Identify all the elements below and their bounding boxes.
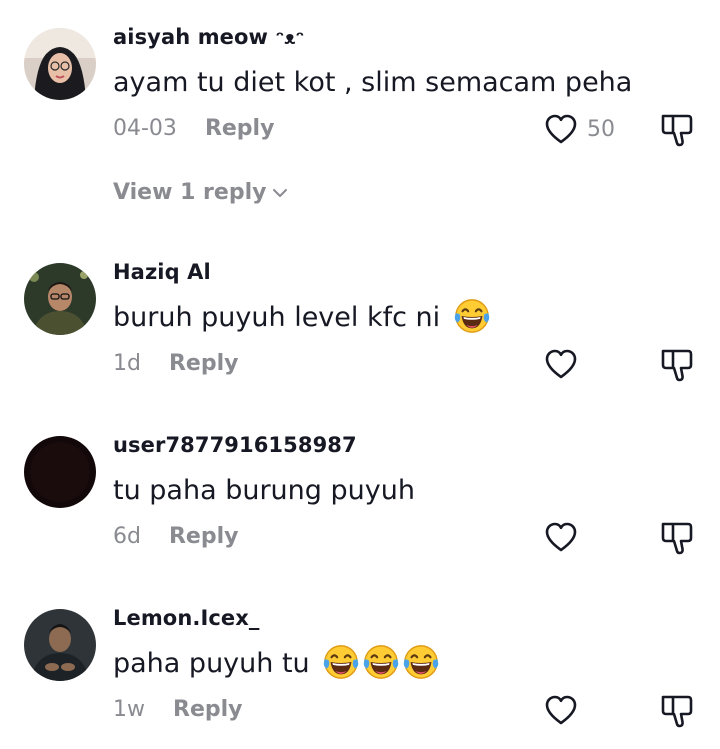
- heart-outline-icon: [543, 519, 579, 555]
- like-button[interactable]: 50: [543, 111, 615, 147]
- username-text: aisyah meow: [113, 25, 269, 49]
- heart-outline-icon: [543, 692, 579, 728]
- reply-button[interactable]: Reply: [173, 697, 243, 722]
- like-button[interactable]: [543, 692, 579, 728]
- tears-of-joy-emoji: [453, 297, 491, 335]
- comment-text-body: buruh puyuh level kfc ni: [113, 302, 441, 333]
- view-replies-label: View 1 reply: [113, 180, 267, 205]
- comment-time: 1d: [113, 351, 141, 376]
- tears-of-joy-emoji: [402, 643, 440, 681]
- commenter-avatar[interactable]: [24, 28, 96, 100]
- tears-of-joy-emoji: [362, 643, 400, 681]
- comment-text: buruh puyuh level kfc ni: [113, 302, 491, 335]
- comment-username[interactable]: aisyah meow ᵔᴥᵔ: [113, 25, 304, 49]
- comment-username[interactable]: Lemon.Icex_: [113, 606, 260, 630]
- commenter-avatar[interactable]: [24, 263, 96, 335]
- reply-button[interactable]: Reply: [205, 116, 275, 141]
- view-replies-button[interactable]: View 1 reply: [113, 180, 289, 205]
- comment-meta: 04-03 Reply: [113, 116, 274, 141]
- thumb-down-outline-icon[interactable]: [657, 691, 697, 731]
- comment-time: 1w: [113, 697, 145, 722]
- comment-meta: 1w Reply: [113, 697, 243, 722]
- comment-text: paha puyuh tu: [113, 648, 440, 681]
- comment-time: 04-03: [113, 116, 177, 141]
- comment-meta: 6d Reply: [113, 524, 238, 549]
- heart-outline-icon: [543, 111, 579, 147]
- comment-meta: 1d Reply: [113, 351, 238, 376]
- commenter-avatar[interactable]: [24, 609, 96, 681]
- comment-text-body: paha puyuh tu: [113, 648, 310, 679]
- username-suffix: ᵔᴥᵔ: [275, 28, 305, 49]
- tears-of-joy-emoji: [322, 643, 360, 681]
- like-button[interactable]: [543, 346, 579, 382]
- comment-text: tu paha burung puyuh: [113, 475, 415, 506]
- chevron-down-icon: [273, 188, 288, 197]
- comment-username[interactable]: Haziq Al: [113, 260, 211, 284]
- thumb-down-outline-icon[interactable]: [657, 518, 697, 558]
- reply-button[interactable]: Reply: [169, 524, 239, 549]
- like-button[interactable]: [543, 519, 579, 555]
- heart-outline-icon: [543, 346, 579, 382]
- comment-text: ayam tu diet kot , slim semacam peha: [113, 67, 633, 98]
- like-count: 50: [587, 116, 615, 142]
- thumb-down-outline-icon[interactable]: [657, 110, 697, 150]
- comment-username[interactable]: user7877916158987: [113, 433, 357, 457]
- commenter-avatar[interactable]: [24, 436, 96, 508]
- thumb-down-outline-icon[interactable]: [657, 345, 697, 385]
- reply-button[interactable]: Reply: [169, 351, 239, 376]
- comment-time: 6d: [113, 524, 141, 549]
